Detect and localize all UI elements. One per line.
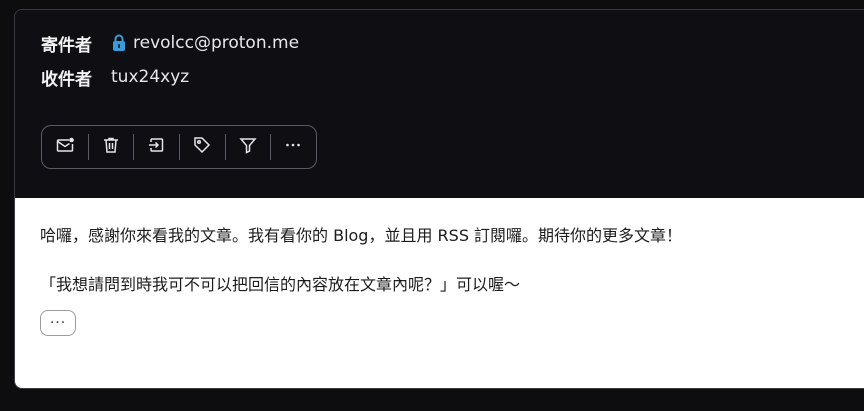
filter-icon: [238, 135, 258, 159]
message-toolbar: [41, 125, 317, 169]
move-button[interactable]: [133, 126, 179, 168]
label-button[interactable]: [179, 126, 225, 168]
recipient-row: 收件者 tux24xyz: [41, 65, 189, 90]
show-quoted-text-button[interactable]: ···: [40, 310, 76, 336]
move-to-folder-icon: [146, 135, 166, 159]
sender-label: 寄件者: [41, 35, 92, 56]
more-options-icon: [283, 135, 303, 159]
sender-row: 寄件者 revolcc@proton.me: [41, 31, 299, 56]
mark-unread-icon: [55, 135, 75, 159]
more-options-button[interactable]: [270, 126, 316, 168]
email-header: 寄件者 revolcc@proton.me 收件者 tux24xyz: [15, 10, 864, 198]
lock-icon: [111, 34, 127, 52]
trash-icon: [101, 135, 121, 159]
message-body: 哈囉，感謝你來看我的文章。我有看你的 Blog，並且用 RSS 訂閱囉。期待你的…: [15, 198, 864, 388]
mark-unread-button[interactable]: [42, 126, 88, 168]
sender-address[interactable]: revolcc@proton.me: [133, 33, 299, 53]
label-tag-icon: [192, 135, 212, 159]
recipient-address[interactable]: tux24xyz: [111, 67, 189, 87]
filter-button[interactable]: [224, 126, 271, 168]
recipient-label: 收件者: [41, 69, 92, 90]
email-card: 寄件者 revolcc@proton.me 收件者 tux24xyz 哈囉，感謝…: [14, 9, 864, 389]
delete-button[interactable]: [87, 126, 134, 168]
message-paragraph-2: 「我想請問到時我可不可以把回信的內容放在文章內呢？」可以喔〜: [40, 275, 521, 294]
message-paragraph-1: 哈囉，感謝你來看我的文章。我有看你的 Blog，並且用 RSS 訂閱囉。期待你的…: [40, 226, 683, 245]
